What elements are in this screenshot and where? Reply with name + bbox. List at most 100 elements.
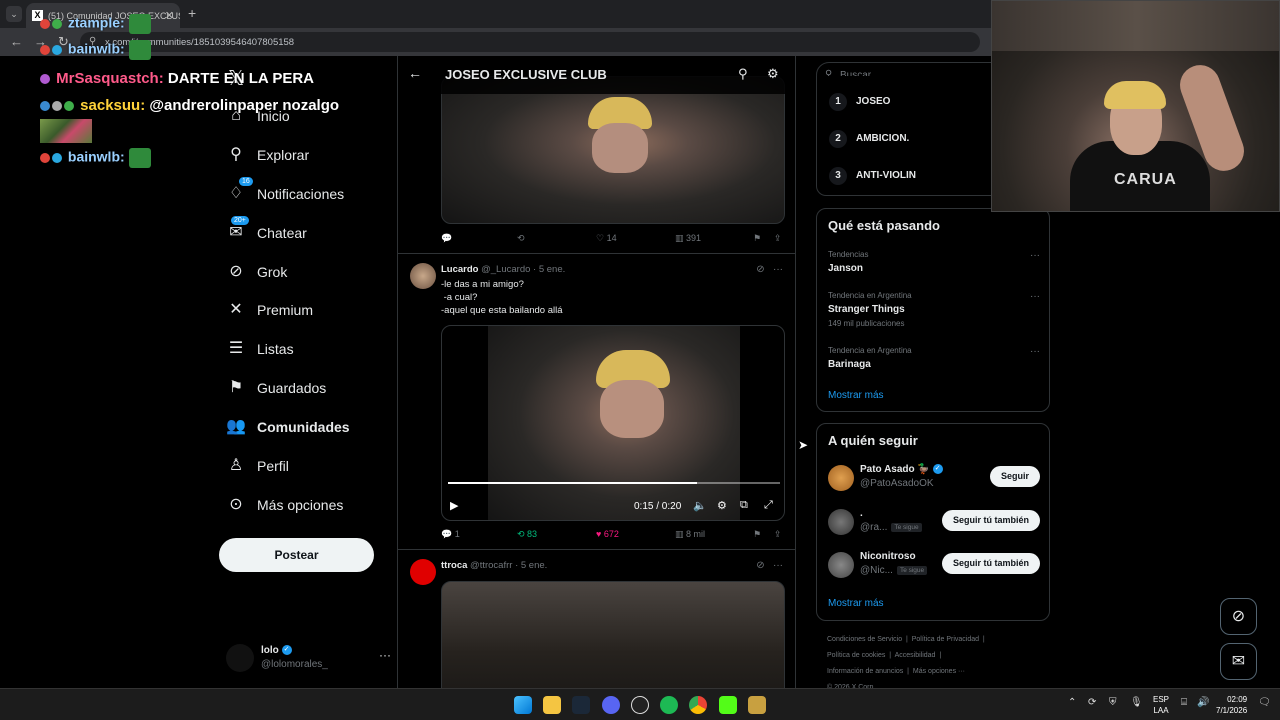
follow-suggestion[interactable]: . @ra... Te sigue Seguir tú también (828, 508, 1040, 538)
url-field[interactable]: ⚲ x.com/i/communities/185103954640780515… (80, 32, 980, 52)
avatar[interactable] (410, 559, 436, 585)
reply-button[interactable]: 💬 (441, 233, 452, 244)
follow-back-button[interactable]: Seguir tú también (941, 553, 1040, 574)
like-button[interactable]: ♡ 14 (596, 233, 617, 244)
ranking-item[interactable]: 1 JOSEO (829, 93, 890, 113)
steam-icon[interactable] (572, 696, 590, 714)
reply-button[interactable]: 💬 1 (441, 529, 460, 540)
emote-icon (128, 148, 151, 168)
repost-button[interactable]: ⟲ (517, 233, 525, 244)
tweet-tools: ⊘ ··· (756, 560, 783, 571)
tweet-video[interactable] (441, 581, 785, 688)
grok-fab-button[interactable]: ⊘ (1220, 598, 1257, 635)
app-icon[interactable] (748, 696, 766, 714)
messages-fab-button[interactable]: ✉ (1220, 643, 1257, 680)
footer-link[interactable]: Más opciones ··· (913, 668, 965, 675)
follow-button[interactable]: Seguir (989, 466, 1040, 487)
tweet-handle[interactable]: @_Lucardo (481, 264, 530, 275)
tweet-video[interactable] (441, 76, 785, 224)
video-progress-bar[interactable] (448, 482, 780, 484)
back-button[interactable]: ← (10, 34, 23, 49)
post-button[interactable]: Postear (219, 538, 374, 572)
chat-badge-icon (40, 74, 50, 85)
views-button[interactable]: ▥ 391 (675, 233, 701, 244)
like-button[interactable]: ♥ 672 (596, 529, 619, 539)
new-tab-button[interactable]: + (188, 5, 196, 21)
follow-suggestion[interactable]: Niconitroso @Nic... Te sigue Seguir tú ta… (828, 551, 1040, 581)
start-button-icon[interactable] (514, 696, 532, 714)
microphone-icon[interactable]: 🎙 (1130, 697, 1143, 708)
chrome-icon[interactable] (689, 696, 707, 714)
bookmark-button[interactable]: ⚑ (753, 233, 761, 244)
search-icon[interactable]: ⚲ (738, 66, 748, 82)
tweet-handle[interactable]: @ttrocafrr (470, 560, 512, 571)
notification-center-icon[interactable]: 🗨 (1258, 697, 1271, 708)
more-icon[interactable]: ··· (1030, 346, 1040, 357)
play-icon[interactable]: ▶ (450, 499, 458, 512)
more-icon[interactable]: ··· (1030, 250, 1040, 261)
trend-item[interactable]: Tendencias Janson ··· (828, 250, 1040, 274)
sync-icon[interactable]: ⟳ (1088, 697, 1096, 708)
grok-icon[interactable]: ⊘ (756, 560, 764, 571)
gear-icon[interactable]: ⚙ (767, 66, 779, 82)
tweet-author[interactable]: ttroca (441, 560, 467, 571)
fullscreen-icon[interactable]: ⤢ (764, 499, 773, 512)
share-button[interactable]: ⇪ (774, 529, 782, 540)
page-title: JOSEO EXCLUSIVE CLUB (445, 67, 607, 82)
tweet-video[interactable]: ▶ 0:15 / 0:20 🔈 ⚙ ⧉ ⤢ (441, 325, 785, 521)
obs-icon[interactable] (631, 696, 649, 714)
share-button[interactable]: ⇪ (774, 233, 782, 244)
ranking-item[interactable]: 2 AMBICION. (829, 130, 909, 150)
tab-list-button[interactable]: ⌄ (6, 6, 22, 22)
follows-you-tag: Te sigue (896, 565, 928, 575)
repost-button[interactable]: ⟲ 83 (517, 529, 537, 540)
avatar[interactable] (410, 263, 436, 289)
kick-icon[interactable] (719, 696, 737, 714)
defender-icon[interactable]: ⛨ (1109, 697, 1117, 708)
nav-label: Explorar (257, 147, 310, 163)
picture-in-picture-icon[interactable]: ⧉ (740, 499, 748, 512)
footer-link[interactable]: Condiciones de Servicio (827, 636, 902, 643)
ranking-item[interactable]: 3 ANTI-VIOLIN (829, 167, 916, 187)
browser-tab[interactable]: X (51) Comunidad JOSEO EXCLUS ✕ (26, 3, 180, 28)
follow-back-button[interactable]: Seguir tú también (941, 510, 1040, 531)
settings-icon[interactable]: ⚙ (717, 499, 727, 512)
discord-icon[interactable] (602, 696, 620, 714)
bookmark-button[interactable]: ⚑ (753, 529, 761, 540)
show-more-link[interactable]: Mostrar más (828, 390, 884, 401)
spotify-icon[interactable] (660, 696, 678, 714)
network-icon[interactable]: ⌸ (1181, 697, 1187, 708)
show-more-link[interactable]: Mostrar más (828, 598, 884, 609)
video-frame-face (592, 123, 648, 173)
people-icon: 👥 (226, 418, 246, 435)
views-button[interactable]: ▥ 8 mil (675, 529, 705, 540)
volume-icon[interactable]: 🔊 (1197, 697, 1209, 708)
more-icon[interactable]: ··· (379, 648, 391, 662)
grok-icon[interactable]: ⊘ (756, 264, 764, 275)
tray-chevron-icon[interactable]: ⌃ (1068, 697, 1076, 708)
tab-close-icon[interactable]: ✕ (165, 9, 174, 22)
file-explorer-icon[interactable] (543, 696, 561, 714)
site-info-icon[interactable]: ⚲ (89, 36, 96, 47)
tweet-author[interactable]: Lucardo (441, 264, 478, 275)
account-switcher[interactable]: lolo ✓ @lolomorales_ ··· (226, 642, 391, 676)
trend-item[interactable]: Tendencia en Argentina Stranger Things 1… (828, 291, 1040, 328)
tweet-time[interactable]: 5 ene. (521, 560, 547, 571)
footer-link[interactable]: Política de cookies (827, 652, 885, 659)
footer-link[interactable]: Accesibilidad (895, 652, 936, 659)
back-arrow-icon[interactable]: ← (408, 65, 422, 81)
language-indicator[interactable]: ESP LAA (1153, 694, 1169, 716)
more-icon[interactable]: ··· (773, 560, 783, 571)
volume-icon[interactable]: 🔈 (693, 499, 707, 512)
more-icon[interactable]: ··· (773, 264, 783, 275)
x-logo-icon[interactable]: 𝕏 (228, 66, 244, 91)
trend-item[interactable]: Tendencia en Argentina Barinaga ··· (828, 346, 1040, 370)
footer-link[interactable]: Información de anuncios (827, 668, 903, 675)
more-icon[interactable]: ··· (1030, 291, 1040, 302)
footer-link[interactable]: Política de Privacidad (912, 636, 979, 643)
forward-button[interactable]: → (34, 34, 47, 49)
clock[interactable]: 02:09 7/1/2026 (1216, 694, 1247, 716)
tweet-time[interactable]: 5 ene. (539, 264, 565, 275)
reload-button[interactable]: ↻ (58, 34, 69, 50)
follow-suggestion[interactable]: Pato Asado 🦆 ✓ @PatoAsadoOK Seguir (828, 464, 1040, 494)
